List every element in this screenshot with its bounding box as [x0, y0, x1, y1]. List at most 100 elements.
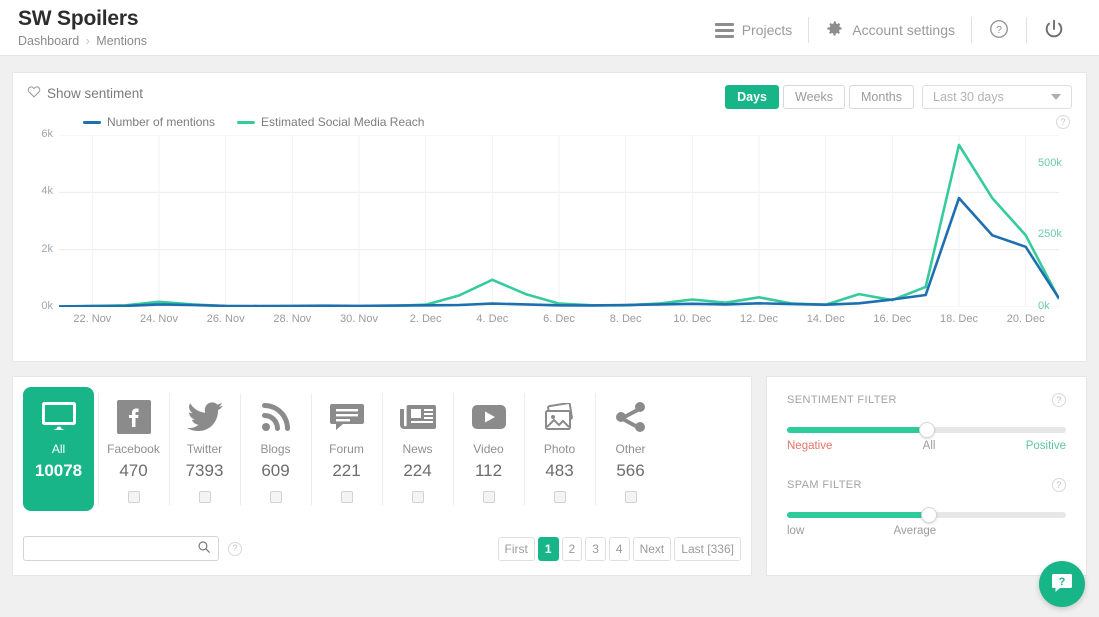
page-body: Show sentiment Days Weeks Months Last 30… [0, 56, 1099, 576]
source-tile-count: 224 [403, 461, 432, 480]
sentiment-filter-knob[interactable] [918, 422, 935, 438]
chevron-down-icon [1051, 94, 1061, 100]
source-tile-video[interactable]: Video 112 [453, 387, 524, 511]
svg-text:?: ? [996, 24, 1002, 35]
right-axis-tick: 500k [1038, 156, 1062, 169]
source-tile-label: Forum [329, 442, 364, 456]
source-tile-checkbox[interactable] [340, 491, 353, 503]
breadcrumb-mentions[interactable]: Mentions [96, 34, 147, 48]
pagination-next[interactable]: Next [632, 536, 672, 561]
x-axis-tick: 8. Dec [609, 313, 642, 325]
legend-item-mentions[interactable]: Number of mentions [83, 115, 215, 129]
nav-logout[interactable] [1027, 15, 1081, 45]
sentiment-label-all: All [922, 440, 936, 452]
source-tile-facebook[interactable]: Facebook 470 [98, 387, 169, 511]
source-tile-checkbox[interactable] [411, 491, 424, 503]
show-sentiment-toggle[interactable]: Show sentiment [27, 85, 143, 101]
granularity-weeks[interactable]: Weeks [783, 85, 845, 109]
date-range-value: Last 30 days [933, 90, 1004, 104]
granularity-days[interactable]: Days [725, 85, 780, 109]
spam-filter-title: SPAM FILTER [787, 479, 862, 491]
source-tile-forum[interactable]: Forum 221 [311, 387, 382, 511]
pagination-page-4[interactable]: 4 [608, 536, 630, 561]
heart-outline-icon [27, 85, 41, 101]
sentiment-filter-header: SENTIMENT FILTER ? [787, 393, 1066, 407]
x-axis-tick: 22. Nov [73, 313, 112, 325]
source-tile-news[interactable]: News 224 [382, 387, 453, 511]
pagination-page-1[interactable]: 1 [537, 536, 559, 561]
source-tile-blogs[interactable]: Blogs 609 [240, 387, 311, 511]
spam-filter-knob[interactable] [921, 507, 938, 523]
source-tile-label: Twitter [186, 442, 223, 456]
breadcrumb-dashboard[interactable]: Dashboard [18, 34, 79, 48]
spam-label-low: low [787, 525, 805, 537]
x-axis-tick: 30. Nov [340, 313, 378, 325]
spam-filter-labels: low Average [787, 525, 1066, 537]
source-tile-checkbox[interactable] [198, 491, 211, 503]
source-tile-count: 483 [545, 461, 574, 480]
nav-help[interactable]: ? [972, 15, 1026, 45]
date-range-dropdown[interactable]: Last 30 days [922, 85, 1072, 109]
x-axis-tick: 16. Dec [873, 313, 912, 325]
legend-swatch-reach [237, 121, 256, 125]
legend-item-reach[interactable]: Estimated Social Media Reach [237, 115, 424, 129]
legend-label-reach: Estimated Social Media Reach [261, 115, 425, 129]
sentiment-filter-help-badge[interactable]: ? [1052, 393, 1066, 407]
sentiment-filter-slider[interactable] [787, 422, 1066, 438]
spam-label-average: Average [893, 525, 937, 537]
source-tile-checkbox[interactable] [624, 491, 637, 503]
nav-projects[interactable]: Projects [699, 15, 809, 45]
x-axis-tick: 26. Nov [206, 313, 245, 325]
pagination-page-2[interactable]: 2 [561, 536, 583, 561]
pagination-page-3[interactable]: 3 [585, 536, 606, 561]
source-tile-all-count: 10078 [34, 461, 83, 480]
sentiment-filter: SENTIMENT FILTER ? Negative All Positive [787, 393, 1066, 452]
x-axis-tick: 2. Dec [409, 313, 442, 325]
sentiment-label-positive: Positive [1025, 440, 1066, 452]
spam-filter-header: SPAM FILTER ? [787, 478, 1066, 492]
sources-panel: All 10078 Facebook 470 Twitter 7393 Blogs 609… [12, 376, 752, 576]
svg-text:?: ? [1059, 576, 1066, 588]
filters-panel: SENTIMENT FILTER ? Negative All Positive… [766, 376, 1087, 576]
search-row: ? First 1 2 3 4 Next Last [336] [23, 536, 741, 561]
video-icon [471, 395, 506, 439]
x-axis-tick: 4. Dec [476, 313, 509, 325]
chart-controls: Days Weeks Months Last 30 days [725, 85, 1072, 109]
pagination-last[interactable]: Last [336] [674, 536, 741, 561]
source-tile-checkbox[interactable] [127, 491, 140, 503]
nav-account-settings-label: Account settings [852, 22, 955, 38]
source-tile-twitter[interactable]: Twitter 7393 [169, 387, 240, 511]
twitter-icon [186, 395, 223, 439]
nav-account-settings[interactable]: Account settings [809, 15, 971, 45]
search-icon[interactable] [197, 540, 211, 557]
chart-help-badge[interactable]: ? [1056, 115, 1070, 129]
x-axis-tick: 6. Dec [543, 313, 575, 325]
x-axis-tick: 20. Dec [1006, 313, 1045, 325]
search-help-badge[interactable]: ? [228, 541, 242, 556]
source-tile-checkbox[interactable] [482, 491, 495, 503]
granularity-months[interactable]: Months [849, 85, 914, 109]
source-tile-count: 112 [474, 461, 503, 480]
source-tile-count: 7393 [185, 461, 224, 480]
source-tile-photo[interactable]: Photo 483 [524, 387, 595, 511]
help-chat-button[interactable]: ? [1039, 561, 1085, 607]
search-input[interactable] [24, 538, 197, 559]
source-tile-checkbox[interactable] [269, 491, 282, 503]
x-axis-tick: 10. Dec [673, 313, 712, 325]
spam-filter-help-badge[interactable]: ? [1052, 478, 1066, 492]
gear-icon [825, 19, 844, 41]
source-tile-checkbox[interactable] [553, 491, 566, 503]
source-tile-other[interactable]: Other 566 [595, 387, 666, 511]
chart-svg[interactable] [59, 135, 1059, 307]
source-tile-all[interactable]: All 10078 [23, 387, 94, 511]
source-tile-count: 470 [119, 461, 148, 480]
spam-filter-slider[interactable] [787, 507, 1066, 523]
chart-panel: Show sentiment Days Weeks Months Last 30… [12, 72, 1087, 362]
source-tile-label: Video [473, 442, 504, 456]
chart-plot-area: 0k 2k 4k 6k 0k 250k 500k 22. Nov 24. Nov 26. No… [27, 128, 1072, 350]
granularity-segmented-control: Days Weeks Months [725, 85, 918, 109]
pagination-first[interactable]: First [497, 536, 535, 561]
search-box[interactable] [23, 536, 219, 561]
x-axis-tick: 18. Dec [940, 313, 978, 325]
legend-label-mentions: Number of mentions [107, 115, 216, 129]
